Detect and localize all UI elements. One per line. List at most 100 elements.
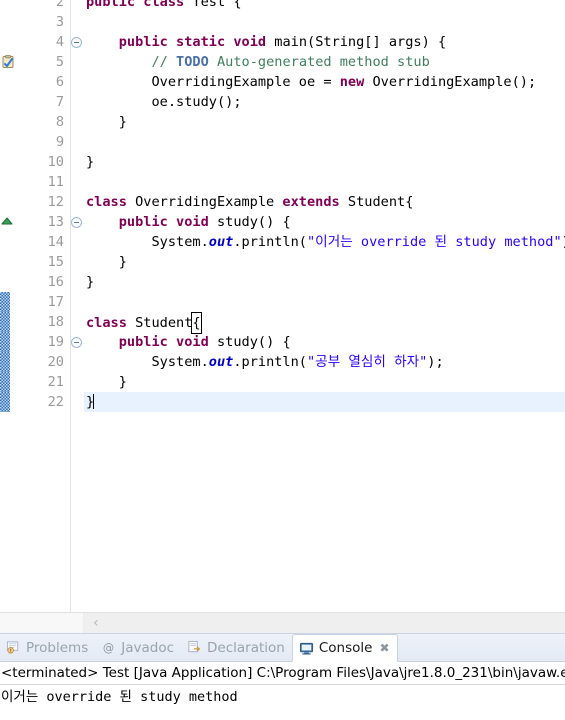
code-text-area[interactable]: public class Test { public static void m… bbox=[84, 0, 565, 612]
view-tab-bar[interactable]: Problems @ Javadoc Declaration Console ✖ bbox=[0, 634, 565, 662]
line-number: 7 bbox=[55, 94, 64, 110]
tab-close-icon[interactable]: ✖ bbox=[379, 641, 389, 655]
tab-declaration[interactable]: Declaration bbox=[181, 634, 292, 661]
code-token-str: "공부 열심히 하자" bbox=[307, 354, 428, 370]
code-token-fld: out bbox=[208, 234, 234, 250]
line-number: 11 bbox=[47, 174, 64, 190]
code-line[interactable]: } bbox=[84, 252, 565, 272]
console-view[interactable]: <terminated> Test [Java Application] C:\… bbox=[0, 662, 565, 720]
code-token-plain: System. bbox=[86, 234, 209, 250]
code-token-kw: class bbox=[143, 0, 185, 10]
code-token-plain: System. bbox=[86, 354, 209, 370]
text-caret bbox=[93, 394, 95, 409]
code-token-plain: } bbox=[86, 114, 127, 130]
editor-horizontal-scrollbar[interactable]: ‹ bbox=[0, 612, 565, 633]
line-number: 15 bbox=[47, 254, 64, 270]
code-line[interactable]: OverridingExample oe = new OverridingExa… bbox=[84, 72, 565, 92]
code-token-str: "이거는 override 된 study method" bbox=[307, 234, 562, 250]
code-token-plain: oe.study(); bbox=[86, 94, 242, 110]
change-bar-marker bbox=[0, 332, 10, 352]
code-token-kw: public bbox=[118, 334, 168, 350]
scrollbar-corner bbox=[0, 613, 84, 633]
gutter-separator bbox=[70, 0, 71, 612]
code-line[interactable]: System.out.println("공부 열심히 하자"); bbox=[84, 352, 565, 372]
matching-brace-highlight: { bbox=[191, 312, 202, 334]
code-line[interactable]: oe.study(); bbox=[84, 92, 565, 112]
code-line[interactable]: class Student{ bbox=[84, 312, 565, 334]
fold-toggle[interactable] bbox=[71, 217, 82, 228]
java-editor[interactable]: 2 3 4 5 6 7 8 9 10 11 12 13 14 15 16 17 18 19 20 21 22 publi… bbox=[0, 0, 565, 612]
console-output-text: 이거는 override 된 study method bbox=[1, 689, 238, 705]
change-bar-marker bbox=[0, 292, 10, 312]
code-token-kw: public bbox=[118, 214, 168, 230]
line-number: 14 bbox=[47, 234, 64, 250]
tab-javadoc[interactable]: @ Javadoc bbox=[95, 634, 181, 661]
code-line[interactable] bbox=[84, 132, 565, 152]
line-number: 6 bbox=[55, 74, 64, 90]
code-line[interactable] bbox=[84, 172, 565, 192]
code-line[interactable]: // TODO Auto-generated method stub bbox=[84, 52, 565, 72]
tab-problems[interactable]: Problems bbox=[0, 634, 95, 661]
code-token-kw: class bbox=[86, 194, 127, 210]
change-bar-marker bbox=[0, 372, 10, 392]
code-line[interactable]: } bbox=[84, 152, 565, 172]
code-line[interactable] bbox=[84, 292, 565, 312]
change-bar-marker bbox=[0, 352, 10, 372]
code-token-cmt: // bbox=[151, 54, 177, 70]
todo-task-icon bbox=[2, 55, 14, 68]
code-line[interactable]: } bbox=[84, 112, 565, 132]
code-line[interactable]: } bbox=[84, 392, 565, 412]
scroll-left-arrow[interactable]: ‹ bbox=[93, 616, 99, 630]
scrollbar-track[interactable]: ‹ bbox=[84, 613, 565, 633]
code-line[interactable]: System.out.println("이거는 override 된 study… bbox=[84, 232, 565, 252]
line-number: 8 bbox=[55, 114, 64, 130]
eclipse-window: 2 3 4 5 6 7 8 9 10 11 12 13 14 15 16 17 18 19 20 21 22 publi… bbox=[0, 0, 565, 720]
fold-toggle[interactable] bbox=[71, 337, 82, 348]
line-number: 13 bbox=[47, 214, 64, 230]
tab-console[interactable]: Console ✖ bbox=[291, 634, 398, 662]
code-line[interactable]: public static void main(String[] args) { bbox=[84, 32, 565, 52]
code-token-kw: public bbox=[86, 0, 136, 10]
console-process-line: <terminated> Test [Java Application] C:\… bbox=[0, 662, 565, 685]
code-token-plain: } bbox=[86, 274, 95, 290]
code-line[interactable]: } bbox=[84, 372, 565, 392]
code-line[interactable] bbox=[84, 12, 565, 32]
override-marker-icon bbox=[1, 217, 13, 225]
code-token-kw: void bbox=[176, 214, 209, 230]
change-bar-marker bbox=[0, 392, 10, 412]
line-number: 2 bbox=[55, 0, 64, 10]
line-number: 22 bbox=[47, 394, 64, 410]
code-line[interactable]: public void study() { bbox=[84, 212, 565, 232]
fold-toggle[interactable] bbox=[71, 37, 82, 48]
code-token-plain: main(String[] args) { bbox=[266, 34, 447, 50]
line-number: 12 bbox=[47, 194, 64, 210]
code-surface[interactable]: 2 3 4 5 6 7 8 9 10 11 12 13 14 15 16 17 18 19 20 21 22 publi… bbox=[0, 0, 565, 612]
annotation-ruler[interactable] bbox=[0, 0, 16, 612]
code-token-plain: OverridingExample(); bbox=[364, 74, 537, 90]
folding-column[interactable] bbox=[70, 0, 84, 612]
declaration-icon bbox=[188, 640, 200, 653]
problems-icon bbox=[6, 641, 19, 654]
code-line[interactable]: } bbox=[84, 272, 565, 292]
code-line[interactable]: public void study() { bbox=[84, 332, 565, 352]
line-number: 9 bbox=[55, 134, 64, 150]
line-number: 5 bbox=[55, 54, 64, 70]
code-token-plain: study() { bbox=[208, 214, 291, 230]
change-bar-marker bbox=[0, 312, 10, 332]
code-line[interactable]: public class Test { bbox=[84, 0, 565, 12]
bottom-view-stack: Problems @ Javadoc Declaration Console ✖ <ter… bbox=[0, 633, 565, 720]
code-line[interactable]: class OverridingExample extends Student{ bbox=[84, 192, 565, 212]
line-number: 19 bbox=[47, 334, 64, 350]
tab-label: Problems bbox=[26, 639, 89, 656]
tab-label: Javadoc bbox=[121, 639, 175, 656]
code-token-plain: OverridingExample oe = bbox=[86, 74, 340, 90]
code-token-plain: .println( bbox=[233, 234, 307, 250]
code-token-todo: TODO bbox=[176, 54, 209, 70]
code-token-plain: } bbox=[86, 374, 127, 390]
line-number: 21 bbox=[47, 374, 64, 390]
code-token-plain: study() { bbox=[208, 334, 291, 350]
